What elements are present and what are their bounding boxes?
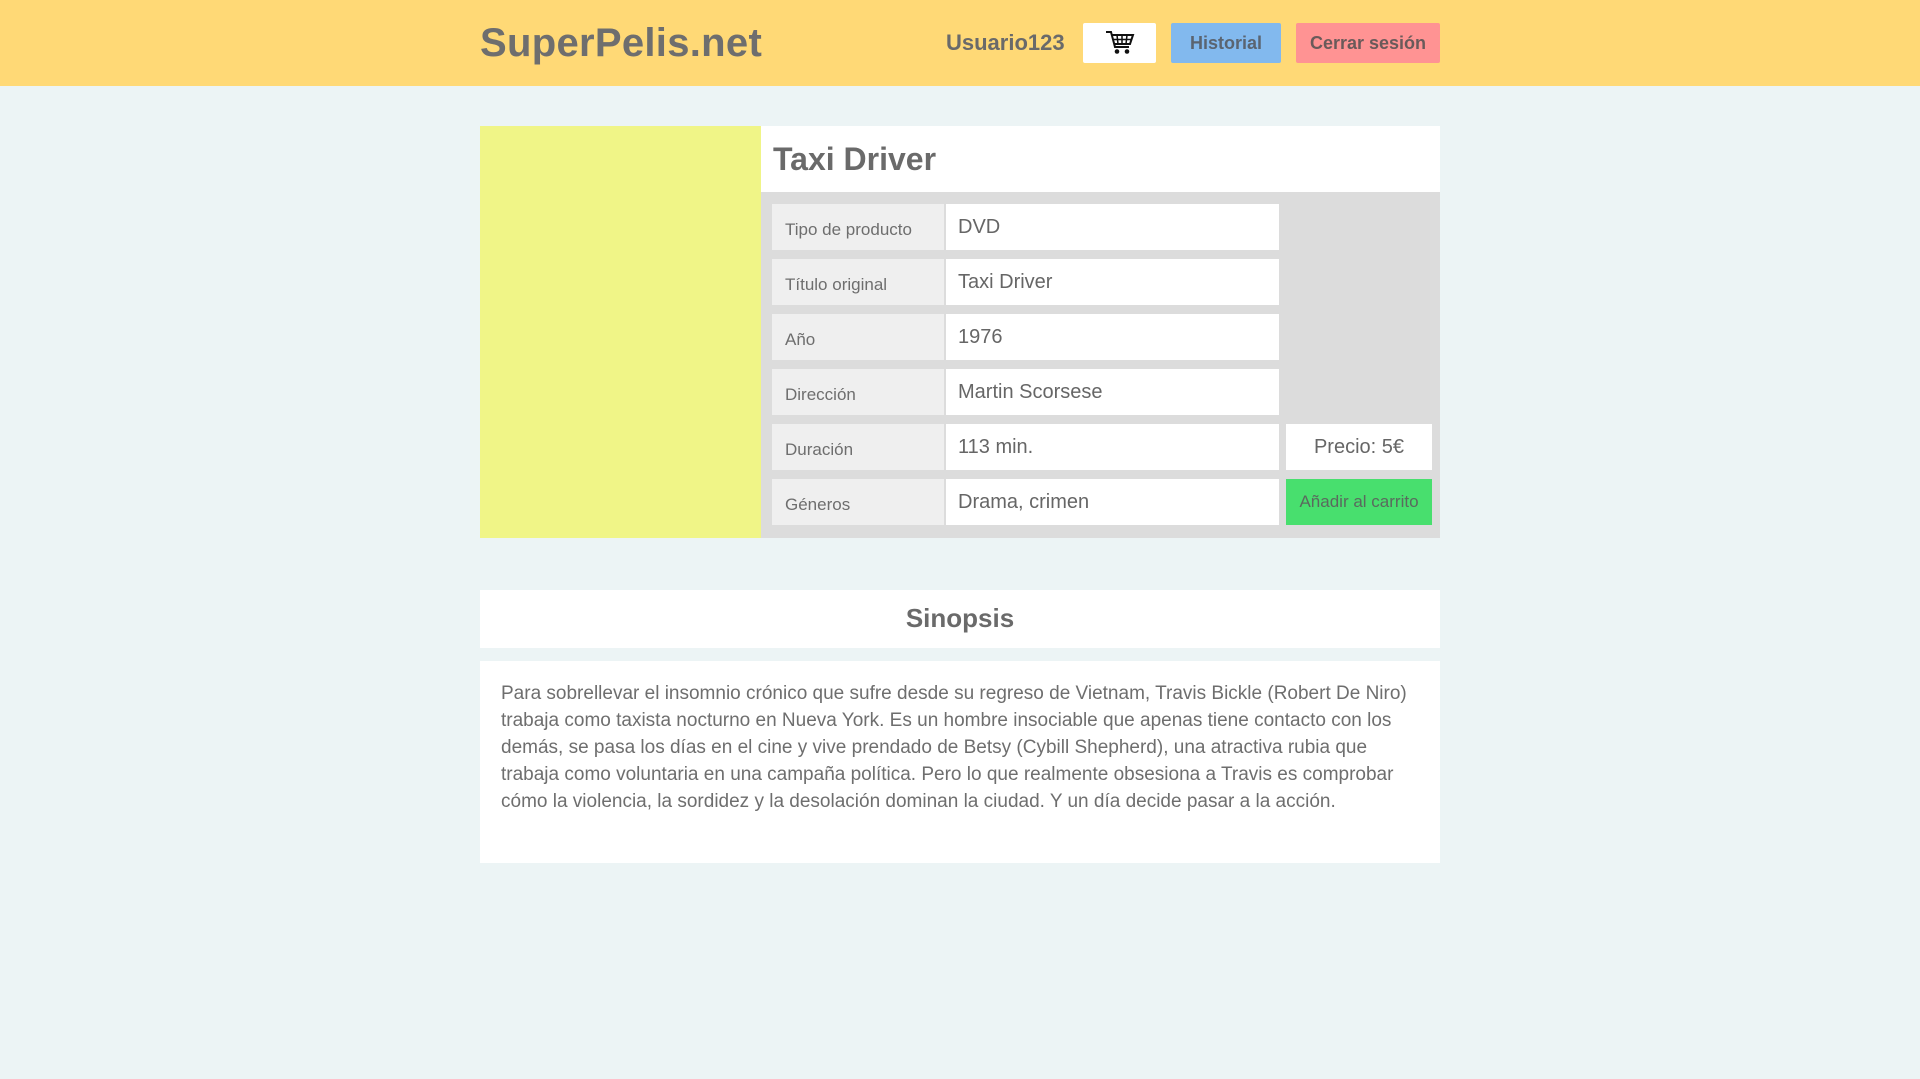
detail-value-year: 1976 [946,314,1279,360]
product-title: Taxi Driver [773,141,937,177]
detail-label-original-title: Título original [772,259,944,305]
sinopsis-text: Para sobrellevar el insomnio crónico que… [480,661,1440,863]
product-title-box: Taxi Driver [761,126,1440,192]
detail-value-type: DVD [946,204,1279,250]
movie-poster [480,126,761,538]
detail-value-duration: 113 min. [946,424,1279,470]
site-logo[interactable]: SuperPelis.net [480,20,762,66]
product-details: Tipo de producto DVD Título original Tax… [761,192,1440,538]
add-to-cart-button[interactable]: Añadir al carrito [1286,479,1432,525]
sinopsis-heading: Sinopsis [480,590,1440,648]
detail-value-original-title: Taxi Driver [946,259,1279,305]
history-button[interactable]: Historial [1171,23,1281,63]
detail-value-director: Martin Scorsese [946,369,1279,415]
username-label: Usuario123 [946,30,1065,55]
detail-label-genres: Géneros [772,479,944,525]
detail-label-duration: Duración [772,424,944,470]
shopping-cart-icon [1105,31,1134,54]
detail-label-type: Tipo de producto [772,204,944,250]
detail-value-genres: Drama, crimen [946,479,1279,525]
cart-button[interactable] [1083,23,1156,63]
detail-label-year: Año [772,314,944,360]
detail-label-director: Dirección [772,369,944,415]
top-bar: SuperPelis.net Usuario123 Historial Cerr… [0,0,1920,86]
logout-button[interactable]: Cerrar sesión [1296,23,1440,63]
price-label: Precio: 5€ [1286,424,1432,470]
